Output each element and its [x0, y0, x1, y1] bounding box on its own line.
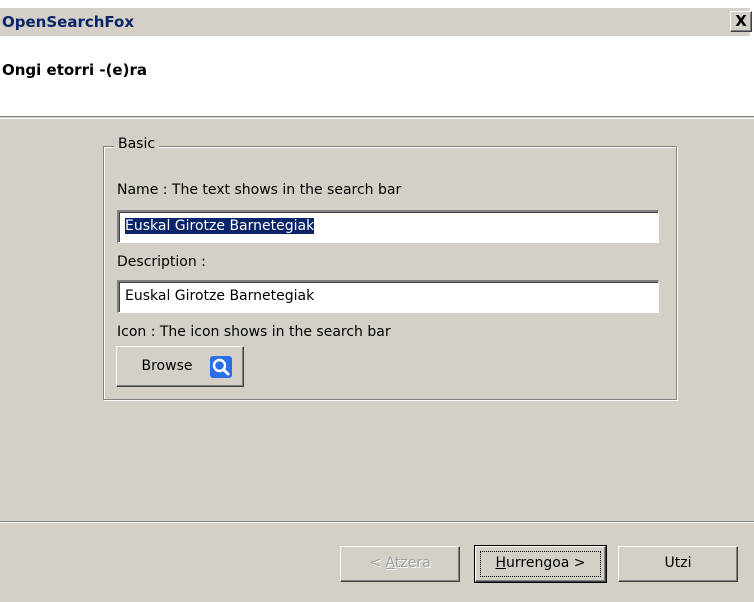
cancel-button[interactable]: Utzi	[618, 546, 738, 582]
browse-button-label: Browse	[141, 358, 193, 374]
name-input-value: Euskal Girotze Barnetegiak	[125, 218, 315, 234]
groupbox-legend: Basic	[114, 136, 160, 152]
back-label: tzera	[394, 555, 431, 571]
description-input[interactable]: Euskal Girotze Barnetegiak	[117, 280, 659, 313]
back-button[interactable]: < Atzera	[340, 546, 460, 582]
description-input-value: Euskal Girotze Barnetegiak	[125, 288, 315, 304]
close-button[interactable]: X	[730, 11, 752, 32]
page-title: Ongi etorri -(e)ra	[2, 61, 147, 79]
name-input[interactable]: Euskal Girotze Barnetegiak	[117, 210, 659, 243]
footer-divider-highlight	[0, 522, 754, 523]
window-title: OpenSearchFox	[2, 13, 135, 31]
header-divider	[0, 118, 754, 119]
focus-rectangle	[480, 551, 601, 577]
browse-button[interactable]: Browse	[116, 346, 244, 387]
next-button[interactable]: Hurrengoa >	[474, 545, 607, 583]
title-bar: OpenSearchFox X	[0, 0, 754, 44]
magnifier-icon	[210, 356, 232, 378]
back-prefix: <	[369, 555, 386, 571]
back-mnemonic: A	[385, 555, 395, 571]
wizard-header: Ongi etorri -(e)ra	[0, 44, 754, 117]
description-label: Description :	[117, 254, 206, 270]
icon-label: Icon : The icon shows in the search bar	[117, 324, 391, 340]
name-label: Name : The text shows in the search bar	[117, 182, 402, 198]
